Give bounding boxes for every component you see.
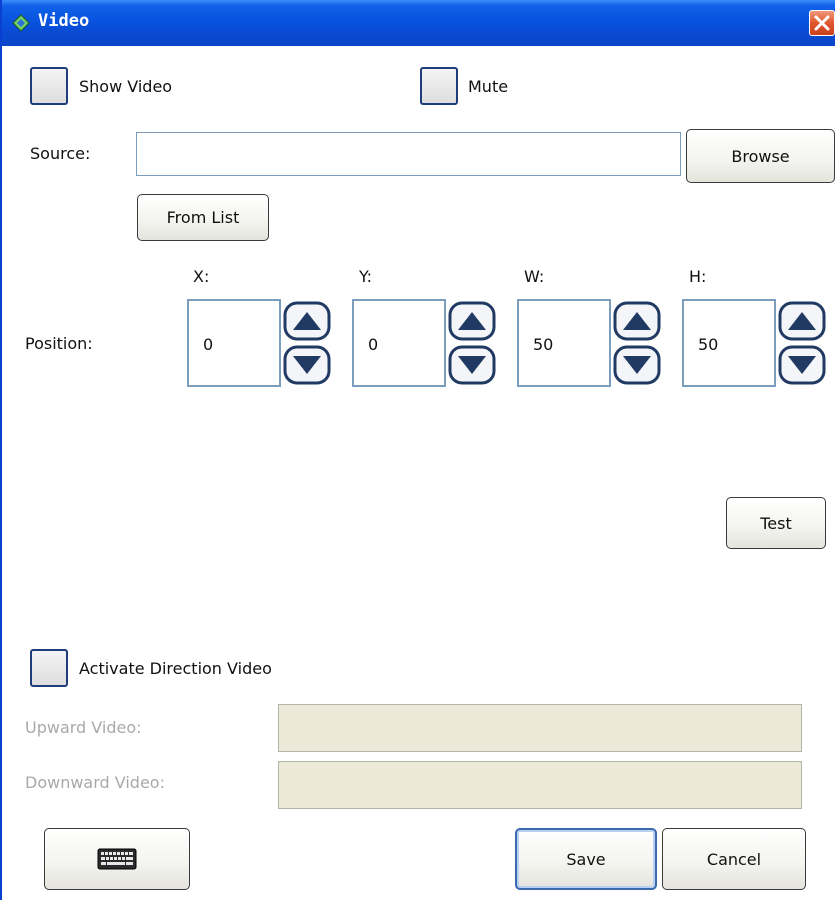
- w-increment-button[interactable]: [613, 301, 661, 341]
- show-video-label: Show Video: [79, 77, 173, 96]
- mute-label: Mute: [468, 77, 509, 96]
- w-decrement-button[interactable]: [613, 345, 661, 385]
- upward-video-label: Upward Video:: [25, 718, 142, 737]
- app-icon: [12, 14, 30, 32]
- close-icon: [814, 15, 830, 31]
- title-bar[interactable]: Video: [2, 0, 835, 46]
- h-increment-button[interactable]: [778, 301, 826, 341]
- y-decrement-button[interactable]: [448, 345, 496, 385]
- x-input[interactable]: 0: [187, 299, 281, 387]
- h-input[interactable]: 50: [682, 299, 776, 387]
- browse-button[interactable]: Browse: [686, 129, 835, 183]
- close-button[interactable]: [809, 10, 835, 36]
- h-label: H:: [689, 267, 707, 286]
- mute-checkbox[interactable]: [420, 67, 458, 105]
- position-label: Position:: [25, 334, 93, 353]
- window-title: Video: [38, 11, 90, 31]
- y-input[interactable]: 0: [352, 299, 446, 387]
- w-input[interactable]: 50: [517, 299, 611, 387]
- downward-video-label: Downward Video:: [25, 773, 165, 792]
- source-input[interactable]: [136, 132, 681, 176]
- downward-video-input[interactable]: [278, 761, 802, 809]
- x-increment-button[interactable]: [283, 301, 331, 341]
- x-decrement-button[interactable]: [283, 345, 331, 385]
- save-button[interactable]: Save: [515, 828, 657, 890]
- h-decrement-button[interactable]: [778, 345, 826, 385]
- y-label: Y:: [359, 267, 373, 286]
- show-video-checkbox[interactable]: [30, 67, 68, 105]
- source-label: Source:: [30, 144, 91, 163]
- keyboard-button[interactable]: [44, 828, 190, 890]
- w-label: W:: [524, 267, 545, 286]
- test-button[interactable]: Test: [726, 497, 826, 549]
- video-dialog: Video Show Video Mute Source: Browse Fro…: [0, 0, 835, 900]
- x-label: X:: [193, 267, 210, 286]
- cancel-button[interactable]: Cancel: [662, 828, 806, 890]
- keyboard-icon: [97, 848, 137, 870]
- from-list-button[interactable]: From List: [137, 194, 269, 241]
- upward-video-input[interactable]: [278, 704, 802, 752]
- activate-direction-checkbox[interactable]: [30, 649, 68, 687]
- activate-direction-label: Activate Direction Video: [79, 659, 272, 678]
- y-increment-button[interactable]: [448, 301, 496, 341]
